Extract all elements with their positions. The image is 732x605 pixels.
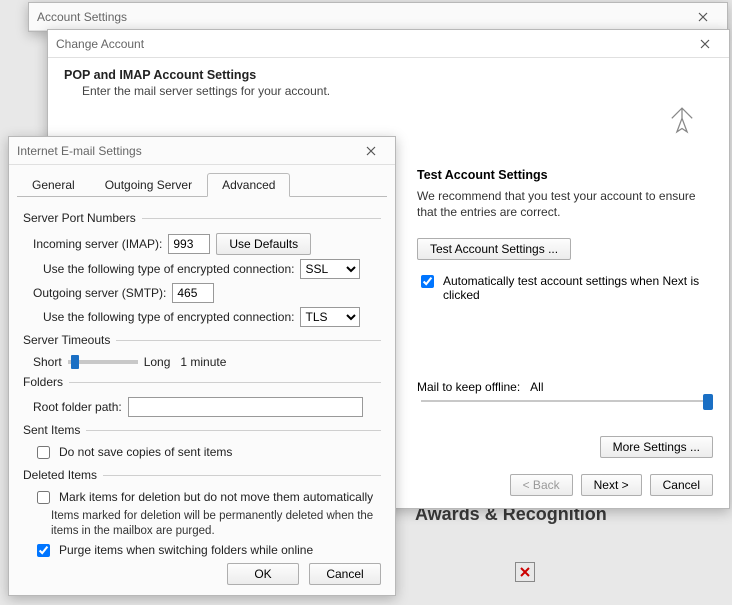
group-sent: Sent Items	[23, 423, 381, 437]
sent-copies-label: Do not save copies of sent items	[59, 445, 232, 459]
outgoing-enc-label: Use the following type of encrypted conn…	[43, 310, 294, 324]
mail-offline-label: Mail to keep offline:	[417, 380, 520, 394]
tab-advanced[interactable]: Advanced	[207, 173, 290, 197]
timeout-value: 1 minute	[180, 355, 226, 369]
tab-general[interactable]: General	[17, 173, 90, 197]
auto-test-checkbox[interactable]	[421, 275, 434, 288]
purge-checkbox[interactable]	[37, 544, 50, 557]
change-account-titlebar: Change Account	[48, 30, 729, 58]
timeout-long: Long	[144, 355, 171, 369]
next-button[interactable]: Next >	[581, 474, 642, 496]
use-defaults-button[interactable]: Use Defaults	[216, 233, 311, 255]
advanced-pane: Server Port Numbers Incoming server (IMA…	[9, 197, 395, 570]
mail-offline-value: All	[530, 380, 543, 394]
auto-test-row[interactable]: Automatically test account settings when…	[417, 274, 717, 302]
outgoing-label: Outgoing server (SMTP):	[33, 286, 166, 300]
account-settings-title: Account Settings	[37, 10, 127, 24]
test-desc: We recommend that you test your account …	[417, 188, 717, 220]
mail-offline-slider[interactable]	[421, 400, 713, 402]
change-account-title: Change Account	[56, 37, 144, 51]
timeout-slider[interactable]	[68, 360, 138, 364]
mark-deletion-row[interactable]: Mark items for deletion but do not move …	[33, 490, 381, 507]
ok-button[interactable]: OK	[227, 563, 299, 585]
group-ports: Server Port Numbers	[23, 211, 381, 225]
more-settings-button[interactable]: More Settings ...	[600, 436, 713, 458]
test-title: Test Account Settings	[417, 168, 717, 182]
outgoing-enc-select[interactable]: TLS	[300, 307, 360, 327]
test-account-panel: Test Account Settings We recommend that …	[417, 168, 717, 402]
test-account-button[interactable]: Test Account Settings ...	[417, 238, 571, 260]
internet-email-settings-window: Internet E-mail Settings General Outgoin…	[8, 136, 396, 596]
sent-items-row[interactable]: Do not save copies of sent items	[33, 445, 381, 462]
timeout-short: Short	[33, 355, 62, 369]
cursor-arrow-icon	[665, 103, 699, 137]
purge-row[interactable]: Purge items when switching folders while…	[33, 543, 381, 560]
purge-label: Purge items when switching folders while…	[59, 543, 313, 557]
group-folders: Folders	[23, 375, 381, 389]
outgoing-port-input[interactable]	[172, 283, 214, 303]
cancel-button[interactable]: Cancel	[309, 563, 381, 585]
account-settings-window: Account Settings	[28, 2, 728, 32]
mail-offline-row: Mail to keep offline: All	[417, 380, 717, 394]
pop-imap-sub: Enter the mail server settings for your …	[82, 84, 713, 98]
close-icon[interactable]	[355, 141, 387, 161]
deletion-note: Items marked for deletion will be perman…	[51, 509, 381, 539]
ies-title: Internet E-mail Settings	[17, 144, 142, 158]
pop-imap-heading: POP and IMAP Account Settings	[64, 68, 713, 82]
sent-copies-checkbox[interactable]	[37, 446, 50, 459]
group-timeouts: Server Timeouts	[23, 333, 381, 347]
close-icon[interactable]	[689, 34, 721, 54]
ies-titlebar: Internet E-mail Settings	[9, 137, 395, 165]
group-deleted: Deleted Items	[23, 468, 381, 482]
root-folder-input[interactable]	[128, 397, 363, 417]
incoming-enc-label: Use the following type of encrypted conn…	[43, 262, 294, 276]
incoming-enc-select[interactable]: SSL	[300, 259, 360, 279]
ies-tabs: General Outgoing Server Advanced	[17, 173, 387, 197]
mark-deletion-label: Mark items for deletion but do not move …	[59, 490, 373, 504]
back-button[interactable]: < Back	[510, 474, 573, 496]
broken-image-icon	[515, 562, 535, 582]
cancel-button[interactable]: Cancel	[650, 474, 713, 496]
mark-deletion-checkbox[interactable]	[37, 491, 50, 504]
auto-test-label: Automatically test account settings when…	[443, 274, 717, 302]
close-icon[interactable]	[687, 7, 719, 27]
incoming-port-input[interactable]	[168, 234, 210, 254]
root-folder-label: Root folder path:	[33, 400, 122, 414]
incoming-label: Incoming server (IMAP):	[33, 237, 162, 251]
tab-outgoing[interactable]: Outgoing Server	[90, 173, 207, 197]
account-settings-titlebar: Account Settings	[29, 3, 727, 31]
